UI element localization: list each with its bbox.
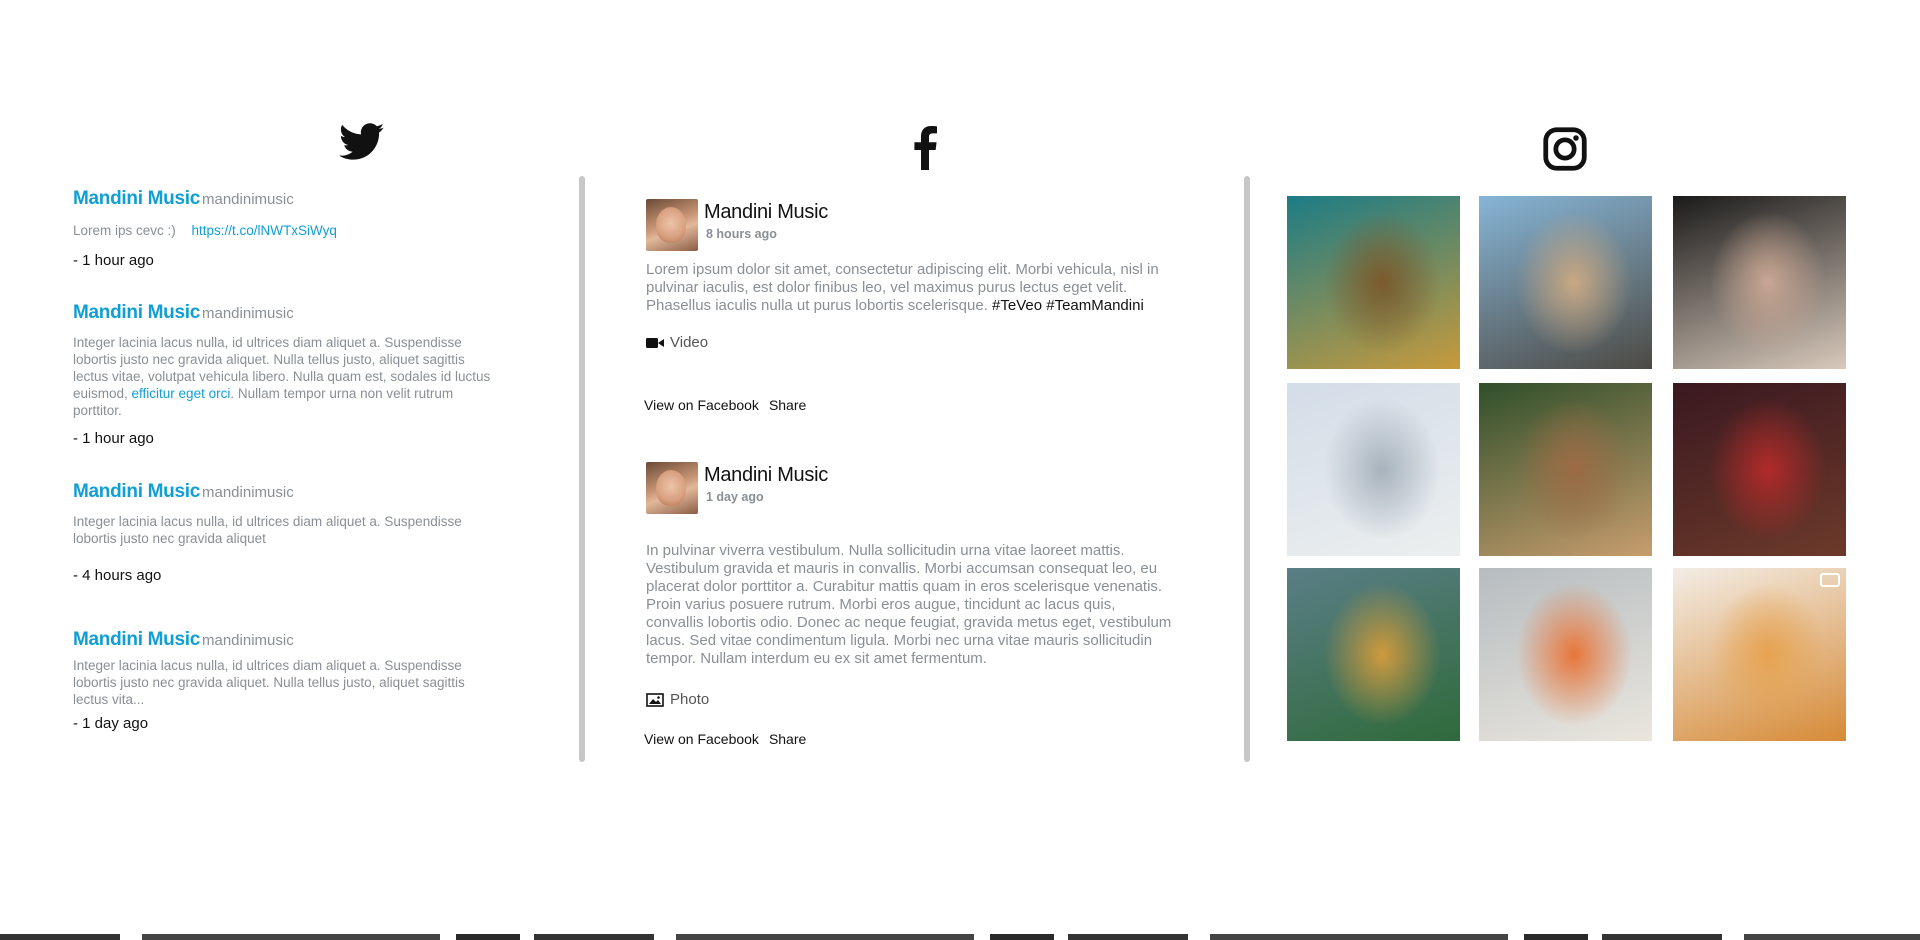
twitter-bird-icon[interactable] <box>336 120 388 164</box>
instagram-photo-park-selfie[interactable] <box>1479 383 1652 556</box>
avatar[interactable] <box>646 199 698 251</box>
facebook-post-text: In pulvinar viverra vestibulum. Nulla so… <box>646 542 1172 667</box>
instagram-photo-beach[interactable] <box>1287 568 1460 741</box>
facebook-post-author[interactable]: Mandini Music <box>704 464 828 487</box>
instagram-photo-friends-dock[interactable] <box>1479 196 1652 369</box>
facebook-post-media[interactable]: Photo <box>646 691 709 708</box>
instagram-video-dog[interactable] <box>1673 568 1846 741</box>
tweet-text: Integer lacinia lacus nulla, id ultrices… <box>73 658 465 707</box>
tweet-author-handle[interactable]: mandinimusic <box>202 305 294 322</box>
facebook-post-actions: View on Facebook Share <box>644 397 806 413</box>
avatar[interactable] <box>646 462 698 514</box>
facebook-post-text: Lorem ipsum dolor sit amet, consectetur … <box>646 261 1159 314</box>
tweet: Mandini Music mandinimusic Lorem ips cev… <box>73 188 503 269</box>
tweet: Mandini Music mandinimusic Integer lacin… <box>73 302 503 447</box>
tweet-link[interactable]: https://t.co/lNWTxSiWyq <box>192 223 337 238</box>
tweet-author-name[interactable]: Mandini Music <box>73 302 200 324</box>
media-label: Video <box>670 334 709 351</box>
tweet-link[interactable]: efficitur eget orci <box>132 386 231 401</box>
tweet-text: Lorem ips cevc :) https://t.co/lNWTxSiWy… <box>73 223 337 238</box>
tweet-author-handle[interactable]: mandinimusic <box>202 484 294 501</box>
facebook-post-media[interactable]: Video <box>646 334 708 351</box>
facebook-post-author[interactable]: Mandini Music <box>704 201 828 224</box>
tweet-time: - 1 hour ago <box>73 252 154 269</box>
tweet: Mandini Music mandinimusic Integer lacin… <box>73 481 503 584</box>
instagram-photo-album-cover[interactable] <box>1287 196 1460 369</box>
tweet-author-handle[interactable]: mandinimusic <box>202 191 294 208</box>
footer-image-strip <box>0 934 1920 940</box>
tweet-text: Integer lacinia lacus nulla, id ultrices… <box>73 335 491 418</box>
instagram-icon[interactable] <box>1542 126 1588 172</box>
facebook-icon[interactable] <box>905 124 945 172</box>
tweet-text: Integer lacinia lacus nulla, id ultrices… <box>73 514 462 546</box>
share-link[interactable]: Share <box>769 731 806 747</box>
tweet-author-name[interactable]: Mandini Music <box>73 481 200 503</box>
instagram-photo-food[interactable] <box>1479 568 1652 741</box>
view-on-facebook-link[interactable]: View on Facebook <box>644 731 759 747</box>
tweet-time: - 1 hour ago <box>73 430 154 447</box>
facebook-post-time: 1 day ago <box>706 490 764 504</box>
share-link[interactable]: Share <box>769 397 806 413</box>
facebook-post: Mandini Music 1 day ago In pulvinar vive… <box>644 462 1184 752</box>
hashtags[interactable]: #TeVeo #TeamMandini <box>992 297 1144 314</box>
column-divider <box>1244 176 1250 762</box>
media-label: Photo <box>670 691 710 708</box>
video-camera-icon <box>1820 573 1840 587</box>
tweet-author-name[interactable]: Mandini Music <box>73 629 200 651</box>
facebook-post: Mandini Music 8 hours ago Lorem ipsum do… <box>644 199 1184 419</box>
instagram-photo-mirror-selfie[interactable] <box>1673 383 1846 556</box>
view-on-facebook-link[interactable]: View on Facebook <box>644 397 759 413</box>
tweet: Mandini Music mandinimusic Integer lacin… <box>73 629 503 732</box>
tweet-author-handle[interactable]: mandinimusic <box>202 632 294 649</box>
tweet-author-name[interactable]: Mandini Music <box>73 188 200 210</box>
video-camera-icon <box>646 337 664 348</box>
facebook-post-actions: View on Facebook Share <box>644 731 806 747</box>
facebook-post-time: 8 hours ago <box>706 227 777 241</box>
instagram-photo-plaza[interactable] <box>1287 383 1460 556</box>
tweet-time: - 4 hours ago <box>73 567 162 584</box>
instagram-photo-couple[interactable] <box>1673 196 1846 369</box>
image-icon <box>646 692 664 707</box>
column-divider <box>579 176 585 762</box>
tweet-time: - 1 day ago <box>73 715 149 732</box>
